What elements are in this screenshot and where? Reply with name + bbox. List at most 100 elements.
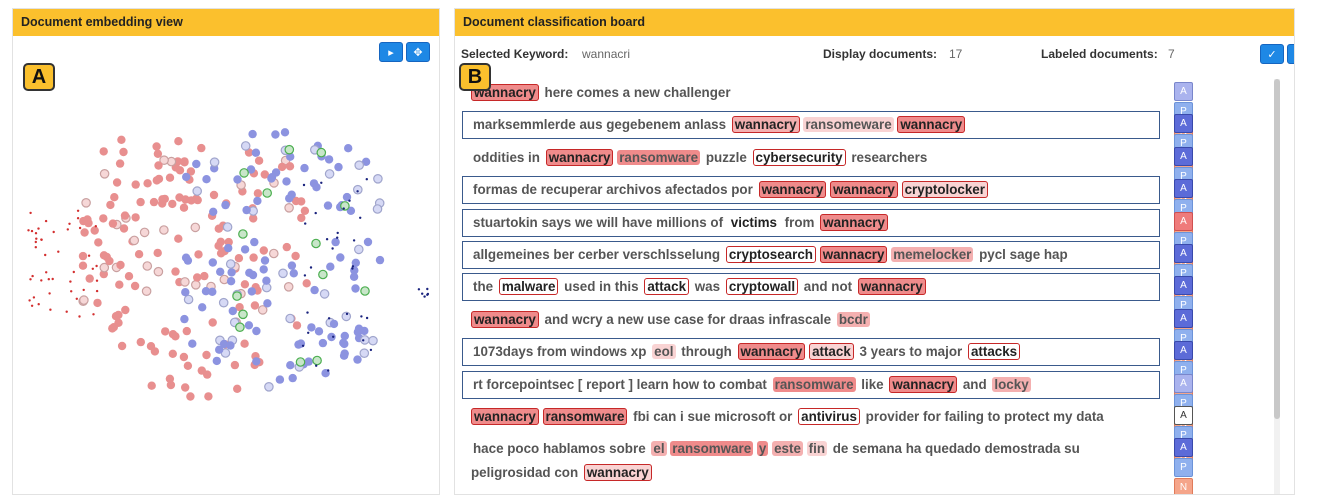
doc-point[interactable] bbox=[131, 213, 140, 222]
doc-point[interactable] bbox=[363, 237, 373, 247]
doc-point[interactable] bbox=[81, 198, 91, 208]
doc-point[interactable] bbox=[251, 148, 261, 157]
document-row[interactable]: 1073days from windows xp eol through wan… bbox=[462, 335, 1193, 401]
small-point[interactable] bbox=[365, 316, 369, 320]
doc-point[interactable] bbox=[171, 267, 180, 276]
doc-point[interactable] bbox=[351, 284, 360, 293]
small-point[interactable] bbox=[66, 228, 69, 231]
small-point[interactable] bbox=[345, 312, 349, 316]
small-point[interactable] bbox=[47, 278, 50, 281]
label-button-a[interactable]: A bbox=[1174, 341, 1193, 361]
doc-point[interactable] bbox=[264, 381, 274, 392]
small-point[interactable] bbox=[332, 335, 335, 338]
keyword-token[interactable]: ransomware bbox=[617, 149, 701, 165]
doc-point[interactable] bbox=[202, 175, 211, 184]
doc-point[interactable] bbox=[233, 384, 242, 393]
doc-point[interactable] bbox=[208, 258, 217, 267]
doc-point[interactable] bbox=[153, 266, 164, 277]
small-point[interactable] bbox=[426, 293, 429, 296]
small-point[interactable] bbox=[95, 289, 99, 293]
doc-point[interactable] bbox=[331, 237, 340, 247]
play-button[interactable]: ▸ bbox=[379, 42, 403, 62]
doc-point[interactable] bbox=[134, 250, 144, 259]
doc-point[interactable] bbox=[326, 262, 335, 271]
keyword-token[interactable]: attacks bbox=[967, 343, 1021, 361]
doc-point[interactable] bbox=[179, 203, 189, 212]
doc-point[interactable] bbox=[297, 213, 306, 223]
document-row[interactable]: wannacry and wcry a new use case for dra… bbox=[462, 303, 1193, 368]
small-point[interactable] bbox=[34, 232, 38, 235]
doc-point[interactable] bbox=[78, 261, 88, 270]
doc-point[interactable] bbox=[253, 196, 262, 206]
keyword-token[interactable]: y bbox=[756, 441, 769, 457]
doc-point[interactable] bbox=[297, 197, 306, 206]
doc-point[interactable] bbox=[121, 305, 130, 315]
doc-point[interactable] bbox=[252, 326, 261, 336]
label-button-a[interactable]: A bbox=[1174, 276, 1193, 296]
doc-point[interactable] bbox=[242, 205, 251, 215]
keyword-token[interactable]: cryptosearch bbox=[725, 245, 816, 263]
small-point[interactable] bbox=[356, 190, 359, 193]
doc-point[interactable] bbox=[79, 216, 88, 226]
doc-point[interactable] bbox=[130, 281, 140, 291]
small-point[interactable] bbox=[362, 339, 365, 342]
doc-point[interactable] bbox=[182, 326, 191, 336]
keyword-token[interactable]: wannacry bbox=[819, 245, 888, 263]
small-point[interactable] bbox=[302, 183, 306, 187]
doc-point[interactable] bbox=[254, 156, 264, 165]
keyword-token[interactable]: este bbox=[772, 441, 803, 457]
highlight-point[interactable] bbox=[340, 201, 350, 211]
doc-point[interactable] bbox=[324, 169, 335, 179]
small-point[interactable] bbox=[314, 211, 317, 215]
doc-point[interactable] bbox=[99, 262, 110, 273]
doc-point[interactable] bbox=[111, 312, 121, 321]
keyword-token[interactable]: attack bbox=[644, 278, 690, 296]
label-button-a[interactable]: A bbox=[1174, 179, 1193, 199]
keyword-token[interactable]: wannacry bbox=[857, 278, 926, 296]
small-point[interactable] bbox=[348, 199, 351, 202]
doc-point[interactable] bbox=[198, 303, 207, 312]
doc-point[interactable] bbox=[181, 383, 190, 392]
doc-point[interactable] bbox=[99, 169, 110, 179]
doc-point[interactable] bbox=[202, 350, 211, 360]
doc-point[interactable] bbox=[192, 159, 201, 169]
doc-point[interactable] bbox=[180, 157, 189, 166]
doc-point[interactable] bbox=[324, 155, 334, 164]
doc-point[interactable] bbox=[275, 375, 285, 384]
doc-point[interactable] bbox=[181, 288, 190, 297]
small-point[interactable] bbox=[45, 271, 48, 274]
doc-point[interactable] bbox=[234, 254, 244, 263]
small-point[interactable] bbox=[320, 181, 323, 184]
doc-point[interactable] bbox=[116, 260, 125, 270]
doc-point[interactable] bbox=[112, 178, 122, 187]
doc-point[interactable] bbox=[117, 341, 127, 351]
keyword-token[interactable]: wannacry bbox=[897, 116, 966, 134]
document-row[interactable]: oddities in wannacry ransomware puzzle c… bbox=[462, 141, 1193, 206]
doc-point[interactable] bbox=[240, 339, 249, 348]
doc-point[interactable] bbox=[262, 276, 271, 285]
label-button-a[interactable]: A bbox=[1174, 405, 1193, 425]
label-button-a[interactable]: A bbox=[1174, 114, 1193, 134]
doc-point[interactable] bbox=[183, 294, 194, 305]
small-point[interactable] bbox=[325, 238, 329, 241]
small-point[interactable] bbox=[95, 279, 99, 282]
doc-point[interactable] bbox=[248, 129, 257, 139]
doc-point[interactable] bbox=[300, 206, 310, 215]
doc-point[interactable] bbox=[204, 392, 213, 401]
keyword-token[interactable]: fin bbox=[806, 441, 828, 457]
small-point[interactable] bbox=[30, 304, 34, 307]
doc-point[interactable] bbox=[359, 348, 370, 358]
doc-point[interactable] bbox=[339, 351, 349, 360]
label-button-a[interactable]: A bbox=[1174, 308, 1193, 328]
doc-point[interactable] bbox=[120, 211, 130, 220]
label-button-n[interactable]: N bbox=[1174, 478, 1193, 494]
small-point[interactable] bbox=[34, 246, 37, 249]
doc-point[interactable] bbox=[252, 357, 261, 366]
doc-point[interactable] bbox=[329, 319, 339, 329]
doc-point[interactable] bbox=[212, 356, 221, 366]
small-point[interactable] bbox=[301, 344, 305, 347]
doc-point[interactable] bbox=[190, 222, 201, 233]
small-point[interactable] bbox=[28, 299, 31, 302]
doc-point[interactable] bbox=[282, 177, 291, 186]
doc-point[interactable] bbox=[99, 214, 108, 223]
